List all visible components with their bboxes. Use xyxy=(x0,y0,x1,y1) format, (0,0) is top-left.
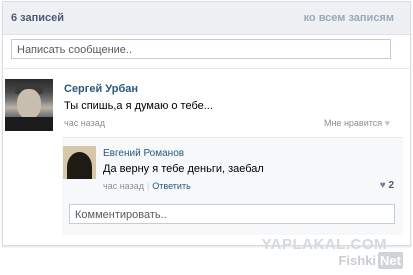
reply-button[interactable]: Ответить xyxy=(152,181,190,191)
all-posts-link[interactable]: ко всем записям xyxy=(304,12,394,24)
comment-text: Да верну я тебе деньги, заебал xyxy=(103,163,264,175)
watermark-fishki: Fishki Net xyxy=(338,252,403,269)
comment-like-count: 2 xyxy=(388,180,394,191)
comment-time[interactable]: час назад xyxy=(103,181,144,191)
meta-separator: | xyxy=(146,181,150,191)
divider xyxy=(3,68,410,69)
posts-count: 6 записей xyxy=(11,12,65,24)
comment-input[interactable]: Комментировать.. xyxy=(69,204,395,224)
heart-icon: ♥ xyxy=(384,118,390,128)
comment-avatar[interactable] xyxy=(63,146,96,179)
watermark-fishki-suffix: Net xyxy=(378,252,403,269)
post-text: Ты спишь,а я думаю о тебе... xyxy=(64,100,213,112)
avatar[interactable] xyxy=(5,79,53,131)
comment-author-link[interactable]: Евгений Романов xyxy=(103,148,184,159)
post-time[interactable]: час назад xyxy=(64,118,105,128)
post-author-link[interactable]: Сергей Урбан xyxy=(64,83,138,95)
watermark-fishki-prefix: Fishki xyxy=(338,253,377,268)
comment-meta: час назад | Ответить xyxy=(103,181,191,191)
wall-header: 6 записей ко всем записям xyxy=(3,2,410,35)
comment-like-button[interactable]: ♥ 2 xyxy=(380,180,394,191)
wall-panel: 6 записей ко всем записям Написать сообщ… xyxy=(2,1,411,246)
like-button[interactable]: Мне нравится ♥ xyxy=(324,118,390,128)
heart-icon: ♥ xyxy=(379,180,386,191)
new-post-input[interactable]: Написать сообщение.. xyxy=(11,39,391,59)
like-label: Мне нравится xyxy=(323,118,383,128)
watermark-yaplakal: YAPLAKAL.COM xyxy=(261,236,387,253)
